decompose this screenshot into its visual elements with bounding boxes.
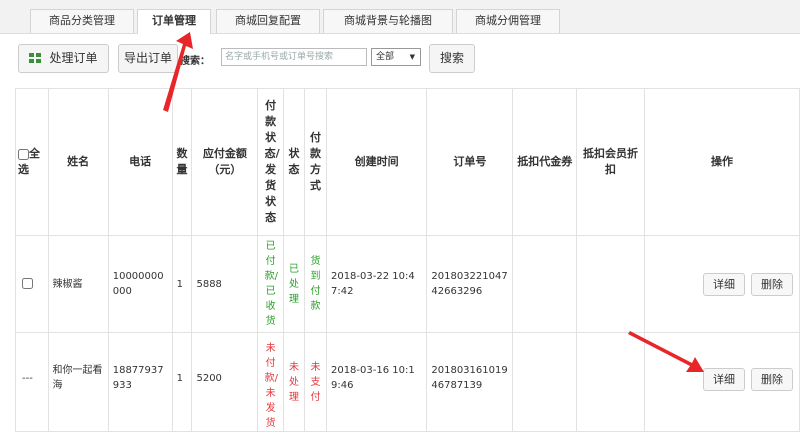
deduct-coupon-cell [512, 332, 578, 432]
pay-ship-status-cell: 已付款/已收货 [257, 235, 285, 333]
amount-cell: 5200 [191, 332, 259, 432]
tab-category[interactable]: 商品分类管理 [30, 9, 134, 33]
detail-button[interactable]: 详细 [703, 272, 745, 296]
select-all-header: 全选 [15, 88, 49, 236]
amount-header: 应付金额（元） [191, 88, 259, 236]
status-filter-select[interactable]: 全部 ▼ [371, 48, 421, 66]
tab-background-carousel[interactable]: 商城背景与轮播图 [323, 9, 453, 33]
row-select-cell: --- [15, 332, 49, 432]
status-cell: 已处理 [283, 235, 306, 333]
qty-cell: 1 [171, 332, 193, 432]
pay-method-cell: 未支付 [304, 332, 327, 432]
process-order-label: 处理订单 [49, 51, 98, 65]
phone-header: 电话 [107, 88, 173, 236]
deduct-member-header: 抵扣会员折扣 [576, 88, 645, 236]
table-row: --- 和你一起看海 18877937933 1 5200 未付款/未发货 未处… [15, 332, 800, 432]
order-no-cell: 20180316101946787139 [426, 332, 514, 432]
created-header: 创建时间 [325, 88, 428, 236]
pay-ship-status-cell: 未付款/未发货 [257, 332, 285, 432]
search-label: 搜索： [180, 56, 210, 67]
amount-cell: 5888 [191, 235, 259, 333]
tab-commission[interactable]: 商城分佣管理 [456, 9, 560, 33]
search-button[interactable]: 搜索 [429, 44, 475, 73]
pay-ship-status-header: 付款状态/发货状态 [257, 88, 285, 236]
status-cell: 未处理 [283, 332, 306, 432]
tab-reply-config[interactable]: 商城回复配置 [216, 9, 320, 33]
pay-method-cell: 货到付款 [304, 235, 327, 333]
deduct-member-cell [576, 332, 645, 432]
phone-cell: 18877937933 [107, 332, 173, 432]
status-header: 状态 [283, 88, 306, 236]
actions-cell: 详细 删除 [643, 235, 800, 333]
status-filter-value: 全部 [376, 52, 395, 62]
phone-cell: 10000000000 [107, 235, 173, 333]
process-order-button[interactable]: 处理订单 [18, 44, 109, 73]
deduct-member-cell [576, 235, 645, 333]
delete-button[interactable]: 删除 [751, 272, 793, 296]
created-cell: 2018-03-16 10:19:46 [325, 332, 428, 432]
tab-orders[interactable]: 订单管理 [137, 9, 211, 34]
tab-bar: 商品分类管理 订单管理 商城回复配置 商城背景与轮播图 商城分佣管理 [0, 0, 800, 34]
qty-cell: 1 [171, 235, 193, 333]
select-all-checkbox[interactable] [18, 148, 29, 160]
export-order-button[interactable]: 导出订单 [118, 44, 178, 73]
deduct-coupon-cell [512, 235, 578, 333]
deduct-coupon-header: 抵扣代金券 [512, 88, 578, 236]
search-input[interactable] [221, 48, 367, 66]
orders-table: 全选 姓名 电话 数量 应付金额（元） 付款状态/发货状态 状态 付款方式 创建… [15, 88, 800, 432]
row-checkbox[interactable] [22, 278, 33, 289]
qty-header: 数量 [171, 88, 193, 236]
delete-button[interactable]: 删除 [751, 368, 793, 391]
name-header: 姓名 [47, 88, 109, 236]
actions-cell: 详细 删除 [643, 332, 800, 432]
created-cell: 2018-03-22 10:47:42 [325, 235, 428, 333]
pay-method-header: 付款方式 [304, 88, 327, 236]
caret-down-icon: ▼ [409, 53, 415, 61]
actions-header: 操作 [643, 88, 800, 236]
order-no-header: 订单号 [426, 88, 514, 236]
table-row: 辣椒酱 10000000000 1 5888 已付款/已收货 已处理 货到付款 … [15, 235, 800, 333]
row-select-cell [15, 235, 49, 333]
order-no-cell: 20180322104742663296 [426, 235, 514, 333]
process-icon [29, 53, 42, 63]
detail-button[interactable]: 详细 [703, 368, 745, 391]
name-cell: 辣椒酱 [47, 235, 109, 333]
table-header-row: 全选 姓名 电话 数量 应付金额（元） 付款状态/发货状态 状态 付款方式 创建… [15, 88, 800, 236]
name-cell: 和你一起看海 [47, 332, 109, 432]
